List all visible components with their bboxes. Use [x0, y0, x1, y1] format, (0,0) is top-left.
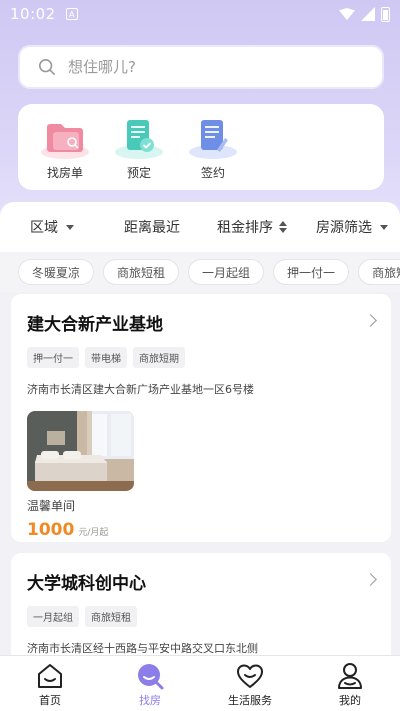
tag-chip[interactable]: 商旅短租 — [103, 259, 180, 285]
folder-icon — [41, 124, 89, 159]
caret-down-icon — [66, 224, 74, 230]
booking-doc-icon — [115, 120, 163, 159]
find-house-icon — [138, 664, 164, 690]
tab-label: 找房 — [139, 694, 161, 707]
status-bar: 10:02 A — [0, 0, 400, 28]
feature-tag: 押一付一 — [27, 347, 79, 368]
tab-profile[interactable]: 我的 — [300, 656, 400, 711]
tab-label: 首页 — [39, 694, 61, 707]
room-name: 温馨单间 — [27, 499, 76, 513]
listing-address: 济南市长清区建大合新广场产业基地一区6号楼 — [27, 383, 254, 396]
filter-distance[interactable]: 距离最近 — [124, 217, 180, 237]
tab-life-services[interactable]: 生活服务 — [200, 656, 300, 711]
feature-tags: 押一付一 带电梯 商旅短期 — [27, 347, 375, 368]
quick-action-find-list[interactable]: 找房单 — [28, 116, 102, 181]
room-photo[interactable] — [27, 411, 134, 491]
filter-label: 租金排序 — [217, 220, 273, 236]
room-price: 1000 — [27, 520, 75, 540]
feature-tag: 商旅短租 — [85, 606, 137, 627]
tab-find-house[interactable]: 找房 — [100, 656, 200, 711]
user-icon — [338, 663, 362, 689]
listing-card[interactable]: 大学城科创中心 一月起组 商旅短租 济南市长清区经十西路与平安中路交叉口东北侧 — [11, 553, 391, 663]
tag-row: 冬暖夏凉 商旅短租 一月起组 押一付一 商旅短期 — [0, 252, 400, 292]
quick-action-label: 签约 — [200, 166, 225, 180]
feature-tags: 一月起组 商旅短租 — [27, 606, 375, 627]
feature-tag: 一月起组 — [27, 606, 79, 627]
quick-action-contract[interactable]: 签约 — [176, 116, 250, 181]
tag-chip[interactable]: 押一付一 — [273, 259, 350, 285]
quick-actions-card: 找房单 预定 签约 — [18, 104, 384, 190]
filter-rent-sort[interactable]: 租金排序 — [217, 217, 287, 237]
filter-listing[interactable]: 房源筛选 — [316, 217, 388, 237]
status-time: 10:02 — [10, 5, 56, 23]
home-icon — [38, 664, 62, 688]
filter-bar: 区域 距离最近 租金排序 房源筛选 — [0, 202, 400, 252]
heart-icon — [237, 664, 263, 688]
tab-home[interactable]: 首页 — [0, 656, 100, 711]
tab-label: 生活服务 — [228, 694, 272, 707]
price-row: 1000 元/月起 — [27, 520, 375, 540]
quick-action-booking[interactable]: 预定 — [102, 116, 176, 181]
battery-icon — [381, 6, 390, 22]
filter-label: 距离最近 — [124, 220, 180, 236]
tab-label: 我的 — [339, 694, 361, 707]
tag-chip[interactable]: 一月起组 — [188, 259, 265, 285]
listing-card[interactable]: 建大合新产业基地 押一付一 带电梯 商旅短期 济南市长清区建大合新广场产业基地一… — [11, 294, 391, 542]
caret-down-icon — [380, 224, 388, 230]
signal-icon — [361, 7, 375, 21]
listing-title: 建大合新产业基地 — [27, 315, 163, 335]
price-unit: 元/月起 — [78, 528, 109, 538]
filter-area[interactable]: 区域 — [30, 217, 74, 237]
filter-label: 区域 — [30, 220, 58, 236]
search-bar[interactable] — [18, 45, 384, 89]
quick-action-label: 预定 — [126, 166, 151, 180]
feature-tag: 商旅短期 — [133, 347, 185, 368]
sort-icon — [279, 221, 287, 233]
listing-address: 济南市长清区经十西路与平安中路交叉口东北侧 — [27, 642, 258, 655]
contract-doc-icon — [189, 120, 237, 159]
feature-tag: 带电梯 — [85, 347, 127, 368]
bottom-tab-bar: 首页 找房 生活服务 我的 — [0, 655, 400, 711]
tag-chip[interactable]: 商旅短期 — [358, 259, 400, 285]
tag-chip[interactable]: 冬暖夏凉 — [18, 259, 95, 285]
quick-action-label: 找房单 — [46, 166, 83, 180]
wifi-icon — [339, 8, 355, 20]
sim-icon: A — [65, 8, 78, 20]
search-input[interactable] — [68, 58, 364, 76]
listing-title: 大学城科创中心 — [27, 574, 146, 594]
filter-label: 房源筛选 — [316, 220, 372, 236]
search-icon — [38, 58, 56, 76]
